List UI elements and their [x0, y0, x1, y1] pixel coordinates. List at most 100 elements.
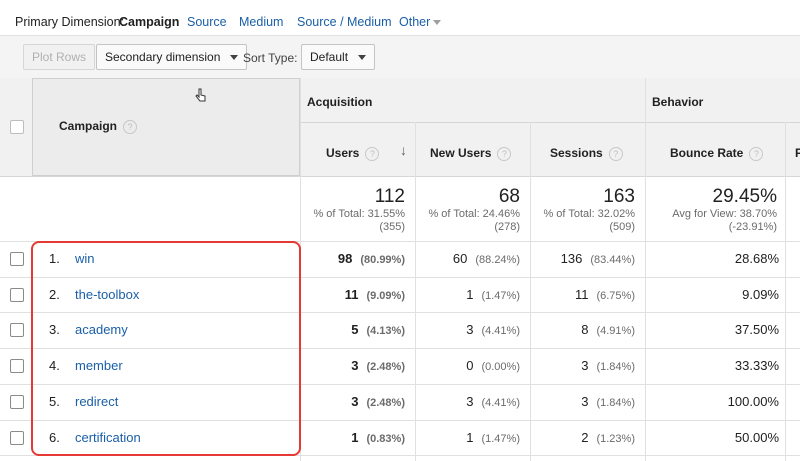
new-users-cell: 60 (88.24%) [415, 251, 520, 266]
help-icon[interactable]: ? [497, 146, 512, 161]
sessions-total-line2: (509) [609, 221, 635, 233]
dimension-source-medium[interactable]: Source / Medium [297, 15, 391, 29]
row-checkbox[interactable] [10, 359, 24, 374]
bounce-rate-cell: 28.68% [734, 251, 779, 266]
new-users-column-header[interactable]: New Users? [430, 146, 512, 161]
table-toolbar: Plot Rows Secondary dimension Sort Type:… [0, 35, 800, 79]
acquisition-group-header: Acquisition [307, 95, 373, 109]
select-all-checkbox[interactable] [10, 120, 24, 134]
new-users-pct: (0.00%) [481, 361, 520, 374]
new-users-pct: (1.47%) [481, 432, 520, 445]
campaign-column-label: Campaign [59, 119, 118, 133]
users-total-value: 112 [374, 186, 405, 207]
sessions-pct: (1.23%) [596, 432, 635, 445]
sessions-value: 136 [560, 251, 583, 266]
sessions-value: 11 [574, 286, 589, 302]
sessions-value: 3 [581, 393, 589, 409]
new-users-value: 3 [466, 322, 474, 338]
new-users-column-label: New Users [430, 146, 492, 160]
bounce-rate-cell: 9.09% [742, 286, 779, 302]
users-cell: 3 (2.48%) [300, 358, 405, 373]
users-value: 3 [351, 358, 359, 374]
sessions-column-label: Sessions [550, 146, 603, 160]
row-checkbox[interactable] [10, 430, 24, 445]
row-checkbox[interactable] [10, 394, 24, 409]
secondary-dimension-dropdown[interactable]: Secondary dimension [96, 44, 248, 70]
plot-rows-button[interactable]: Plot Rows [23, 44, 96, 70]
new-users-cell: 3 (4.41%) [415, 394, 520, 409]
bounce-rate-cell: 50.00% [734, 429, 779, 445]
new-users-total: 68 % of Total: 24.46% (278) [415, 186, 520, 234]
help-icon[interactable]: ? [608, 146, 623, 161]
users-pct: (2.48%) [366, 361, 405, 374]
new-users-total-value: 68 [498, 186, 520, 207]
users-pct: (4.13%) [366, 325, 405, 338]
users-pct: (80.99%) [360, 254, 405, 266]
sessions-pct: (6.75%) [596, 289, 635, 302]
users-value: 5 [351, 322, 359, 338]
bounce-rate-total-line2: (-23.91%) [728, 221, 777, 233]
chevron-down-icon [358, 55, 367, 61]
dimension-campaign[interactable]: Campaign [119, 15, 179, 29]
new-users-value: 1 [466, 429, 474, 445]
sessions-total-line1: % of Total: 32.02% [543, 208, 635, 220]
new-users-total-line2: (278) [494, 221, 520, 233]
new-users-value: 1 [466, 286, 474, 302]
behavior-group-header: Behavior [652, 95, 704, 109]
users-value: 3 [351, 393, 359, 409]
campaign-column-header[interactable]: Campaign? [59, 119, 138, 134]
bounce-rate-total: 29.45% Avg for View: 38.70% (-23.91%) [645, 186, 777, 234]
pointer-cursor-icon [195, 88, 206, 102]
new-users-cell: 3 (4.41%) [415, 322, 520, 337]
users-cell: 1 (0.83%) [300, 430, 405, 445]
users-cell: 11 (9.09%) [300, 287, 405, 302]
users-cell: 98 (80.99%) [300, 251, 405, 266]
new-users-value: 0 [466, 358, 474, 374]
sessions-value: 2 [581, 429, 589, 445]
secondary-dimension-label: Secondary dimension [105, 50, 221, 64]
sort-down-arrow-icon[interactable]: ↓ [400, 142, 407, 158]
new-users-pct: (4.41%) [481, 396, 520, 409]
help-icon[interactable]: ? [365, 146, 380, 161]
users-value: 1 [351, 429, 359, 445]
primary-dimension-label: Primary Dimension: [15, 15, 125, 29]
bounce-rate-total-line1: Avg for View: 38.70% [672, 208, 777, 220]
help-icon[interactable]: ? [749, 146, 764, 161]
help-icon[interactable]: ? [123, 119, 138, 134]
bounce-rate-cell: 100.00% [727, 393, 779, 409]
users-cell: 5 (4.13%) [300, 322, 405, 337]
row-checkbox[interactable] [10, 323, 24, 338]
row-checkbox[interactable] [10, 287, 24, 302]
sort-type-dropdown[interactable]: Default [301, 44, 376, 70]
sessions-total: 163 % of Total: 32.02% (509) [530, 186, 635, 234]
row-checkbox[interactable] [10, 252, 24, 266]
users-column-header[interactable]: Users? [326, 146, 380, 161]
sessions-pct: (1.84%) [596, 396, 635, 409]
next-column-header[interactable]: P [795, 146, 800, 160]
sessions-pct: (1.84%) [596, 361, 635, 374]
dimension-other[interactable]: Other [399, 15, 442, 29]
new-users-pct: (1.47%) [481, 289, 520, 302]
dimension-source[interactable]: Source [187, 15, 227, 29]
chevron-down-icon [230, 55, 239, 61]
users-pct: (9.09%) [366, 289, 405, 302]
bounce-rate-column-header[interactable]: Bounce Rate? [670, 146, 764, 161]
sessions-total-value: 163 [603, 186, 635, 207]
dimension-other-label: Other [399, 15, 431, 29]
sessions-value: 3 [581, 358, 589, 374]
sort-type-label: Sort Type: [243, 51, 298, 65]
sessions-cell: 8 (4.91%) [530, 322, 635, 337]
sessions-cell: 2 (1.23%) [530, 430, 635, 445]
users-value: 11 [344, 286, 359, 302]
sort-type-value: Default [310, 50, 349, 64]
sessions-cell: 11 (6.75%) [530, 287, 635, 302]
new-users-cell: 1 (1.47%) [415, 430, 520, 445]
new-users-cell: 1 (1.47%) [415, 287, 520, 302]
new-users-total-line1: % of Total: 24.46% [428, 208, 520, 220]
new-users-value: 3 [466, 393, 474, 409]
sessions-pct: (4.91%) [596, 325, 635, 338]
users-value: 98 [337, 251, 353, 266]
dimension-medium[interactable]: Medium [239, 15, 283, 29]
new-users-pct: (4.41%) [481, 325, 520, 338]
sessions-column-header[interactable]: Sessions? [550, 146, 623, 161]
